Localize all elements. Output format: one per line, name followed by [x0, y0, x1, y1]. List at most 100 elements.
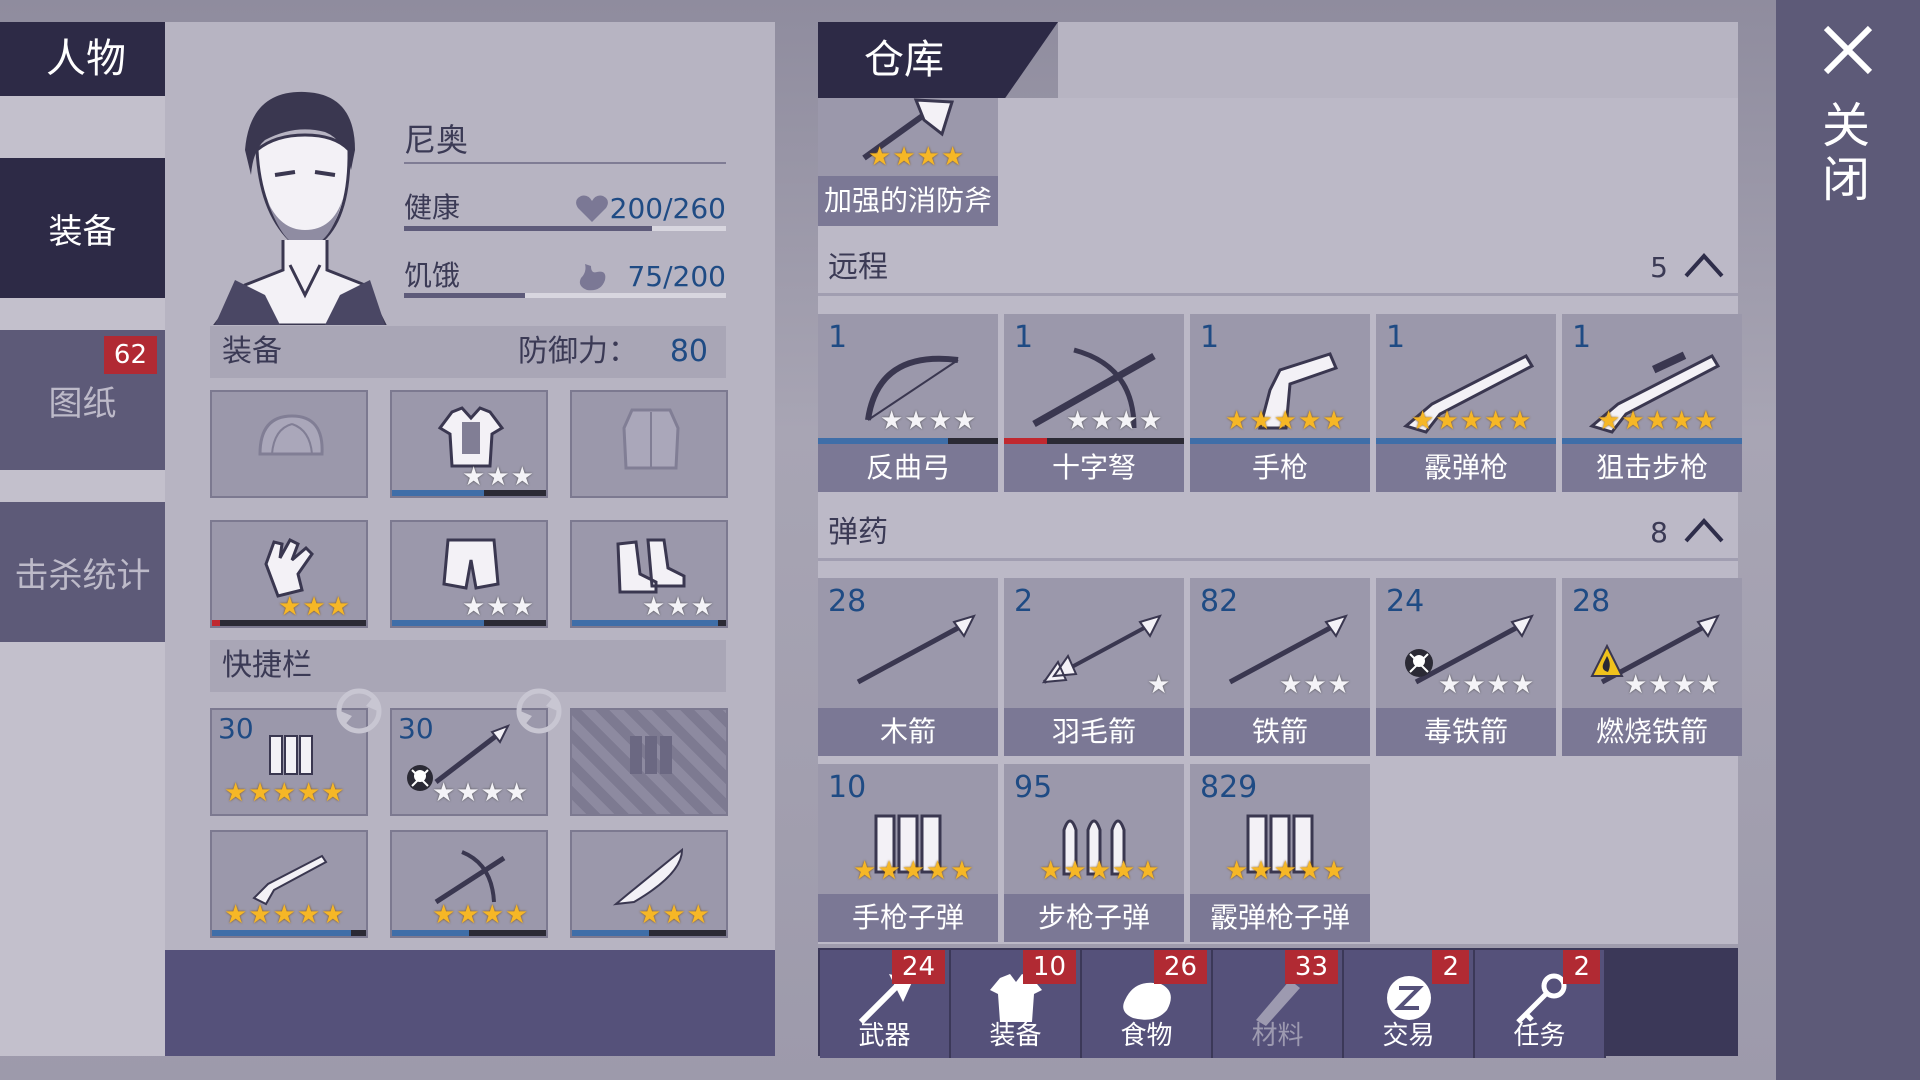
item-card-crossbow[interactable]: 1 ★ ★ ★ ★ 十字弩: [1004, 314, 1184, 492]
gold-star-icon: ★: [1322, 856, 1346, 886]
item-card-wooden-arrow[interactable]: 28 木箭: [818, 578, 998, 756]
tab-label: 装备: [989, 1021, 1042, 1051]
nav-tab-blueprints[interactable]: 图纸 62: [0, 330, 165, 470]
item-card-rifle-ammo[interactable]: 95 ★ ★ ★ ★ ★ 步枪子弹: [1004, 764, 1184, 942]
quickbar-slot-machete[interactable]: ★ ★ ★: [570, 830, 728, 938]
star-rating: ★ ★ ★ ★ ★: [853, 858, 974, 884]
tab-key[interactable]: 2 任务: [1475, 950, 1606, 1058]
ammo-category-header[interactable]: 弹药 8: [818, 505, 1738, 561]
gold-star-icon: ★: [1039, 856, 1063, 886]
item-card-iron-arrow[interactable]: 82 ★ ★ ★ 铁箭: [1190, 578, 1370, 756]
star-rating: ★ ★ ★ ★ ★: [1411, 408, 1532, 434]
item-card-fire-iron-arrow[interactable]: 28 ★ ★ ★ ★ 燃烧铁箭: [1562, 578, 1742, 756]
hunger-bar: [404, 293, 726, 298]
gold-star-icon: ★: [1273, 406, 1297, 436]
gold-star-icon: ★: [901, 856, 925, 886]
hunger-label: 饥饿: [404, 259, 461, 292]
quickbar-header: 快捷栏: [210, 640, 726, 692]
tab-axe[interactable]: 24 武器: [820, 950, 951, 1058]
tab-coin[interactable]: 2 交易: [1344, 950, 1475, 1058]
item-card-poison-iron-arrow[interactable]: 24 ★ ★ ★ ★ 毒铁箭: [1376, 578, 1556, 756]
white-star-icon: ★: [952, 406, 977, 436]
gold-star-icon: ★: [1087, 856, 1111, 886]
blueprints-badge: 62: [103, 336, 157, 374]
durability-bar: [212, 930, 366, 936]
quickbar-slot-crossbow[interactable]: ★ ★ ★ ★: [390, 830, 548, 938]
equip-slot-pants[interactable]: ★ ★ ★: [390, 520, 548, 628]
quickbar-slot-shotgun[interactable]: ★ ★ ★ ★ ★: [210, 830, 368, 938]
chevron-up-icon: [1684, 253, 1724, 278]
gold-star-icon: ★: [1297, 406, 1322, 436]
tab-shirt[interactable]: 10 装备: [951, 950, 1082, 1058]
hunger-bar-fill: [404, 293, 525, 298]
close-icon[interactable]: [1820, 22, 1876, 78]
item-label: 加强的消防斧: [818, 176, 998, 226]
poison-skull-icon: [407, 765, 433, 791]
ranged-category-header[interactable]: 远程 5: [818, 240, 1738, 296]
item-card-shotgun[interactable]: 1 ★ ★ ★ ★ ★ 霰弹枪: [1376, 314, 1556, 492]
category-count: 5: [1650, 251, 1668, 284]
item-label: 反曲弓: [818, 444, 998, 492]
gold-star-icon: ★: [1669, 406, 1694, 436]
white-star-icon: ★: [1624, 670, 1648, 700]
equip-slot-jacket[interactable]: [570, 390, 728, 498]
featured-item-fire-axe[interactable]: ★ ★ ★ ★ 加强的消防斧: [818, 98, 998, 226]
white-star-icon: ★: [1279, 670, 1303, 700]
nav-tab-equipment[interactable]: 装备: [0, 158, 165, 298]
star-rating: ★ ★ ★: [1279, 672, 1351, 698]
item-label: 霰弹枪: [1376, 444, 1556, 492]
gold-star-icon: ★: [1483, 406, 1508, 436]
durability-bar: [572, 620, 726, 626]
tab-wood[interactable]: 33 材料: [1213, 950, 1344, 1058]
equip-slot-gloves[interactable]: ★ ★ ★: [210, 520, 368, 628]
gold-star-icon: ★: [1249, 856, 1273, 886]
item-label: 木箭: [818, 708, 998, 756]
item-card-pistol-ammo[interactable]: 10 ★ ★ ★ ★ ★ 手枪子弹: [818, 764, 998, 942]
equipment-title: 装备: [222, 334, 282, 369]
hunger-value: 75/200: [627, 260, 726, 293]
item-label: 羽毛箭: [1004, 708, 1184, 756]
white-star-icon: ★: [1486, 670, 1510, 700]
item-card-pistol[interactable]: 1 ★ ★ ★ ★ ★ 手枪: [1190, 314, 1370, 492]
gold-star-icon: ★: [1063, 856, 1087, 886]
white-star-icon: ★: [1303, 670, 1327, 700]
close-label[interactable]: 关闭: [1813, 100, 1876, 208]
star-rating: ★ ★ ★ ★ ★: [1039, 858, 1160, 884]
star-rating: ★ ★ ★ ★ ★: [224, 778, 345, 808]
gold-star-icon: ★: [1597, 406, 1621, 436]
gold-star-icon: ★: [950, 856, 974, 886]
white-star-icon: ★: [1090, 406, 1114, 436]
star-rating: ★ ★ ★ ★: [1624, 672, 1720, 698]
equip-slot-shirt[interactable]: ★ ★ ★: [390, 390, 548, 498]
white-star-icon: ★: [1672, 670, 1696, 700]
beanie-icon: [258, 414, 324, 456]
gold-star-icon: ★: [1225, 406, 1249, 436]
white-star-icon: ★: [1066, 406, 1090, 436]
tab-meat[interactable]: 26 食物: [1082, 950, 1213, 1058]
equip-slot-boots[interactable]: ★ ★ ★: [570, 520, 728, 628]
item-card-feather-arrow[interactable]: 2 ★ 羽毛箭: [1004, 578, 1184, 756]
gold-star-icon: ★: [1111, 856, 1136, 886]
gold-star-icon: ★: [1435, 406, 1459, 436]
white-star-icon: ★: [1138, 406, 1163, 436]
nav-tab-kill-stats[interactable]: 击杀统计: [0, 502, 165, 642]
tab-count-badge: 26: [1153, 950, 1207, 984]
tab-label: 材料: [1251, 1021, 1304, 1051]
equip-slot-hat[interactable]: [210, 390, 368, 498]
wooden-arrow-icon: [856, 614, 976, 685]
durability-bar: [212, 620, 366, 626]
item-card-sniper-rifle[interactable]: 1 ★ ★ ★ ★ ★ 狙击步枪: [1562, 314, 1742, 492]
durability-bar: [392, 620, 546, 626]
swap-icon[interactable]: [514, 686, 564, 736]
swap-icon[interactable]: [334, 686, 384, 736]
item-card-recurve-bow[interactable]: 1 ★ ★ ★ ★ 反曲弓: [818, 314, 998, 492]
star-rating: ★ ★ ★ ★ ★: [1225, 858, 1346, 884]
tab-count-badge: 24: [891, 950, 945, 984]
tab-count-badge: 33: [1284, 950, 1338, 984]
tab-count-badge: 2: [1432, 950, 1469, 984]
character-panel-footer: [165, 950, 775, 1056]
quickbar-slot-empty[interactable]: [570, 708, 728, 816]
item-card-shotgun-ammo[interactable]: 829 ★ ★ ★ ★ ★ 霰弹枪子弹: [1190, 764, 1370, 942]
star-rating: ★ ★ ★ ★ ★: [224, 900, 345, 930]
health-value: 200/260: [609, 192, 726, 225]
